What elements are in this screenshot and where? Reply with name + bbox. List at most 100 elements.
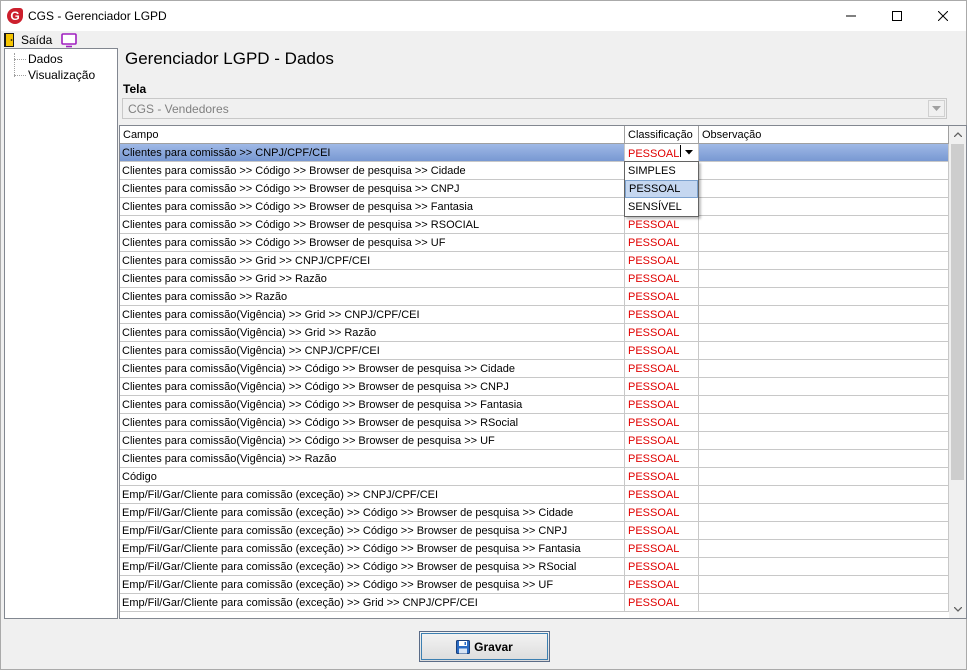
table-row[interactable]: Clientes para comissão >> Razão PESSOAL [120, 288, 949, 306]
cell-classificacao[interactable]: PESSOAL [625, 288, 699, 306]
cell-campo[interactable]: Emp/Fil/Gar/Cliente para comissão (exceç… [120, 594, 625, 612]
table-row[interactable]: Código PESSOAL [120, 468, 949, 486]
cell-classificacao[interactable]: PESSOAL [625, 216, 699, 234]
cell-observacao[interactable] [699, 540, 949, 558]
table-row[interactable]: Clientes para comissão(Vigência) >> Grid… [120, 306, 949, 324]
tela-select[interactable]: CGS - Vendedores [122, 98, 947, 119]
column-header-classificacao[interactable]: Classificação [625, 126, 699, 144]
cell-classificacao[interactable]: PESSOAL [625, 432, 699, 450]
cell-observacao[interactable] [699, 324, 949, 342]
cell-campo[interactable]: Clientes para comissão >> Grid >> CNPJ/C… [120, 252, 625, 270]
cell-observacao[interactable] [699, 270, 949, 288]
cell-observacao[interactable] [699, 396, 949, 414]
cell-classificacao[interactable]: PESSOAL [625, 234, 699, 252]
cell-observacao[interactable] [699, 162, 949, 180]
cell-classificacao[interactable]: PESSOAL [625, 576, 699, 594]
table-row[interactable]: Clientes para comissão(Vigência) >> Razã… [120, 450, 949, 468]
save-button[interactable]: Gravar [419, 631, 550, 662]
scroll-thumb[interactable] [951, 144, 964, 480]
cell-observacao[interactable] [699, 360, 949, 378]
cell-classificacao[interactable]: PESSOAL [625, 270, 699, 288]
table-row[interactable]: Emp/Fil/Gar/Cliente para comissão (exceç… [120, 540, 949, 558]
exit-menu-item[interactable]: Saída [1, 31, 56, 48]
cell-campo[interactable]: Clientes para comissão(Vigência) >> Códi… [120, 360, 625, 378]
cell-campo[interactable]: Clientes para comissão(Vigência) >> Grid… [120, 306, 625, 324]
cell-observacao[interactable] [699, 450, 949, 468]
table-row[interactable]: Clientes para comissão >> CNPJ/CPF/CEI PE… [120, 144, 949, 162]
table-row[interactable]: Clientes para comissão >> Código >> Brow… [120, 180, 949, 198]
cell-campo[interactable]: Emp/Fil/Gar/Cliente para comissão (exceç… [120, 522, 625, 540]
cell-observacao[interactable] [699, 342, 949, 360]
table-row[interactable]: Emp/Fil/Gar/Cliente para comissão (exceç… [120, 576, 949, 594]
screen-icon[interactable] [60, 32, 78, 48]
cell-campo[interactable]: Clientes para comissão >> Código >> Brow… [120, 234, 625, 252]
table-row[interactable]: Clientes para comissão(Vigência) >> Códi… [120, 360, 949, 378]
cell-classificacao[interactable]: PESSOAL [625, 306, 699, 324]
classificacao-dropdown-button[interactable] [681, 145, 696, 160]
scroll-down-button[interactable] [949, 601, 966, 618]
cell-campo[interactable]: Emp/Fil/Gar/Cliente para comissão (exceç… [120, 540, 625, 558]
cell-campo[interactable]: Clientes para comissão >> Razão [120, 288, 625, 306]
cell-observacao[interactable] [699, 252, 949, 270]
cell-observacao[interactable] [699, 306, 949, 324]
dropdown-option[interactable]: PESSOAL [625, 180, 698, 198]
cell-campo[interactable]: Clientes para comissão(Vigência) >> Códi… [120, 432, 625, 450]
cell-observacao[interactable] [699, 432, 949, 450]
table-row[interactable]: Clientes para comissão(Vigência) >> Códi… [120, 378, 949, 396]
cell-classificacao[interactable]: PESSOAL [625, 468, 699, 486]
cell-observacao[interactable] [699, 288, 949, 306]
cell-observacao[interactable] [699, 378, 949, 396]
cell-observacao[interactable] [699, 216, 949, 234]
cell-observacao[interactable] [699, 234, 949, 252]
tela-select-dropdown-button[interactable] [928, 100, 945, 117]
cell-campo[interactable]: Emp/Fil/Gar/Cliente para comissão (exceç… [120, 486, 625, 504]
cell-observacao[interactable] [699, 144, 949, 162]
cell-classificacao[interactable]: PESSOAL [625, 522, 699, 540]
cell-campo[interactable]: Clientes para comissão(Vigência) >> CNPJ… [120, 342, 625, 360]
close-button[interactable] [920, 1, 966, 31]
cell-campo[interactable]: Clientes para comissão >> Código >> Brow… [120, 216, 625, 234]
table-row[interactable]: Clientes para comissão(Vigência) >> Códi… [120, 396, 949, 414]
cell-observacao[interactable] [699, 576, 949, 594]
cell-classificacao[interactable]: PESSOAL [625, 486, 699, 504]
cell-classificacao[interactable]: PESSOAL [625, 396, 699, 414]
cell-campo[interactable]: Clientes para comissão(Vigência) >> Grid… [120, 324, 625, 342]
table-row[interactable]: Clientes para comissão >> Grid >> Razão P… [120, 270, 949, 288]
table-row[interactable]: Emp/Fil/Gar/Cliente para comissão (exceç… [120, 486, 949, 504]
cell-campo[interactable]: Clientes para comissão >> CNPJ/CPF/CEI [120, 144, 625, 162]
vertical-scrollbar[interactable] [949, 126, 966, 618]
cell-campo[interactable]: Clientes para comissão >> Grid >> Razão [120, 270, 625, 288]
cell-campo[interactable]: Código [120, 468, 625, 486]
cell-classificacao[interactable]: PESSOAL [625, 558, 699, 576]
cell-campo[interactable]: Clientes para comissão(Vigência) >> Razã… [120, 450, 625, 468]
cell-campo[interactable]: Emp/Fil/Gar/Cliente para comissão (exceç… [120, 576, 625, 594]
dropdown-option[interactable]: SIMPLES [625, 162, 698, 180]
table-row[interactable]: Emp/Fil/Gar/Cliente para comissão (exceç… [120, 522, 949, 540]
cell-classificacao[interactable]: PESSOAL [625, 504, 699, 522]
column-header-campo[interactable]: Campo [120, 126, 625, 144]
table-row[interactable]: Clientes para comissão >> Código >> Brow… [120, 234, 949, 252]
cell-observacao[interactable] [699, 522, 949, 540]
cell-classificacao[interactable]: PESSOAL [625, 450, 699, 468]
tree-item-dados[interactable]: Dados [14, 51, 63, 67]
column-header-observacao[interactable]: Observação [699, 126, 949, 144]
cell-campo[interactable]: Emp/Fil/Gar/Cliente para comissão (exceç… [120, 504, 625, 522]
cell-observacao[interactable] [699, 180, 949, 198]
table-row[interactable]: Clientes para comissão >> Código >> Brow… [120, 162, 949, 180]
cell-classificacao[interactable]: PESSOAL [625, 342, 699, 360]
scroll-up-button[interactable] [949, 126, 966, 143]
cell-classificacao[interactable]: PESSOAL [625, 378, 699, 396]
table-row[interactable]: Emp/Fil/Gar/Cliente para comissão (exceç… [120, 504, 949, 522]
cell-observacao[interactable] [699, 468, 949, 486]
cell-campo[interactable]: Clientes para comissão >> Código >> Brow… [120, 162, 625, 180]
cell-campo[interactable]: Emp/Fil/Gar/Cliente para comissão (exceç… [120, 558, 625, 576]
table-row[interactable]: Clientes para comissão >> Código >> Brow… [120, 198, 949, 216]
cell-observacao[interactable] [699, 594, 949, 612]
table-row[interactable]: Clientes para comissão(Vigência) >> Códi… [120, 432, 949, 450]
cell-observacao[interactable] [699, 198, 949, 216]
classificacao-editor[interactable]: PESSOAL [625, 144, 699, 162]
cell-classificacao[interactable]: PESSOAL [625, 540, 699, 558]
cell-campo[interactable]: Clientes para comissão >> Código >> Brow… [120, 180, 625, 198]
cell-campo[interactable]: Clientes para comissão(Vigência) >> Códi… [120, 414, 625, 432]
table-row[interactable]: Clientes para comissão >> Código >> Brow… [120, 216, 949, 234]
